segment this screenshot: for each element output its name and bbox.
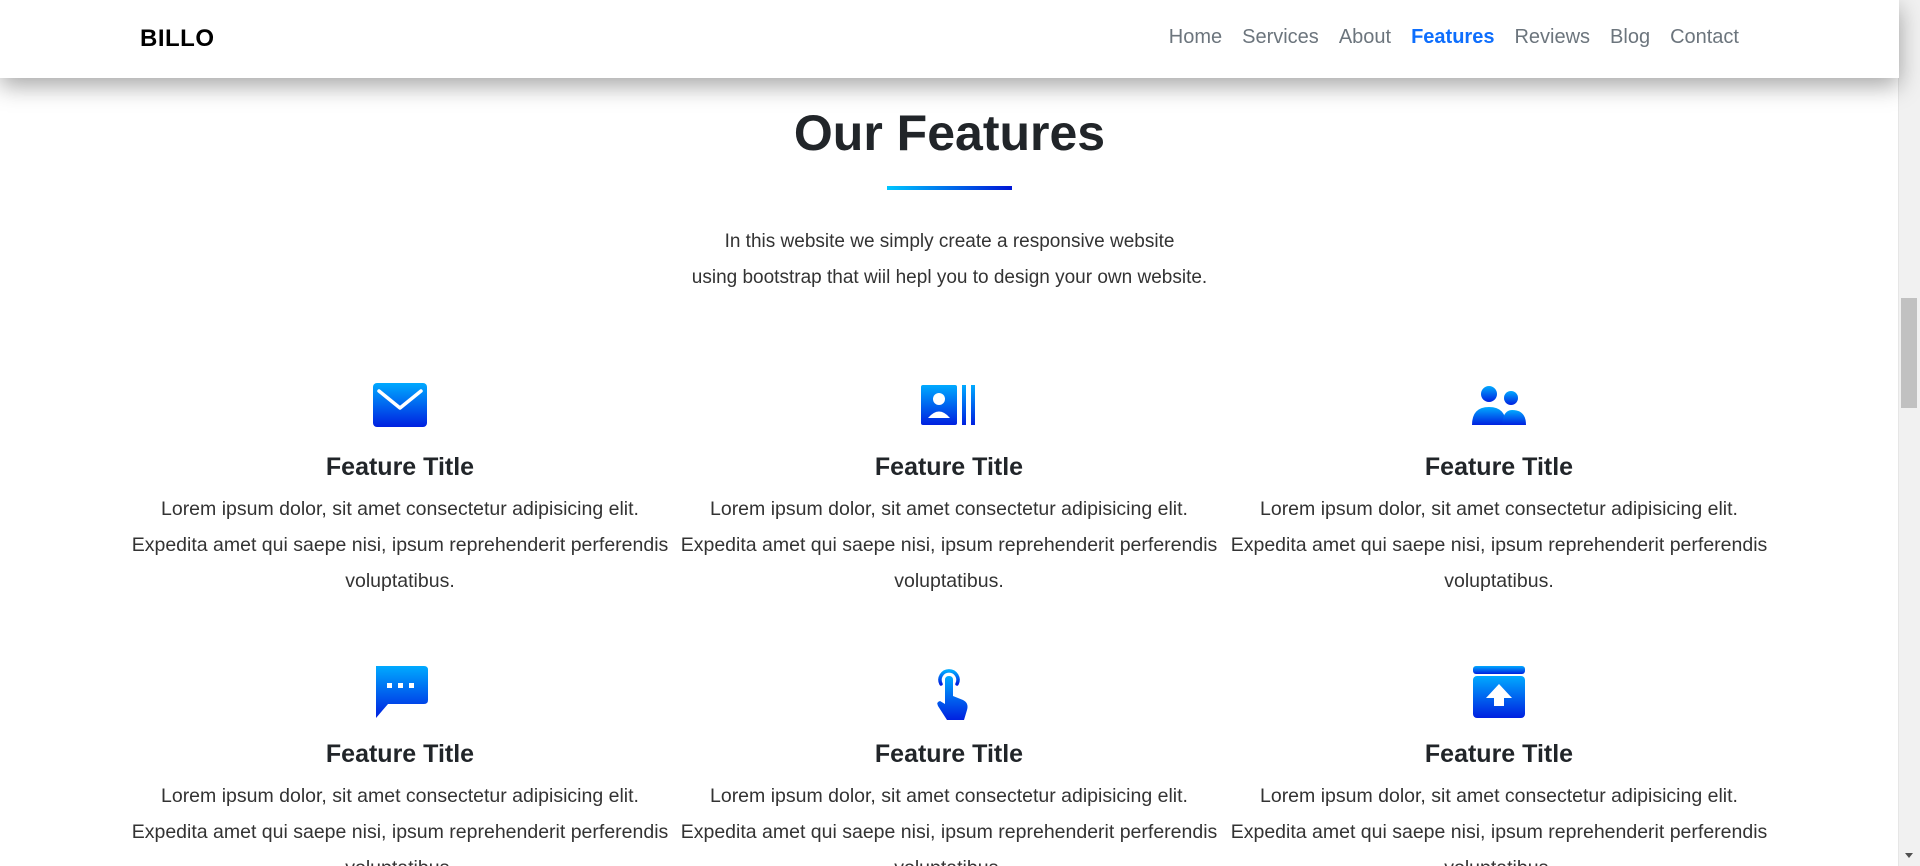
title-underline xyxy=(887,186,1012,190)
section-description-line-2: using bootstrap that wiil hepl you to de… xyxy=(691,267,1208,288)
nav-link-features[interactable]: Features xyxy=(1401,26,1504,49)
chat-dots-icon xyxy=(376,666,428,718)
feature-text: Lorem ipsum dolor, sit amet consectetur … xyxy=(680,498,1218,592)
feature-text: Lorem ipsum dolor, sit amet consectetur … xyxy=(1230,785,1768,866)
hand-pointer-icon xyxy=(937,669,968,720)
feature-card: Feature Title Lorem ipsum dolor, sit ame… xyxy=(125,375,675,599)
scroll-down-arrow-icon[interactable] xyxy=(1905,853,1913,858)
vertical-scrollbar[interactable] xyxy=(1898,0,1920,866)
people-icon xyxy=(1472,386,1526,425)
feature-text: Lorem ipsum dolor, sit amet consectetur … xyxy=(1230,498,1768,592)
feature-card: Feature Title Lorem ipsum dolor, sit ame… xyxy=(674,375,1224,599)
feature-title: Feature Title xyxy=(874,740,1024,768)
section-title: Our Features xyxy=(793,105,1106,161)
feature-text: Lorem ipsum dolor, sit amet consectetur … xyxy=(680,785,1218,866)
navbar: BILLO Home Services About Features Revie… xyxy=(0,0,1899,78)
feature-card: Feature Title Lorem ipsum dolor, sit ame… xyxy=(125,662,675,866)
feature-card: Feature Title Lorem ipsum dolor, sit ame… xyxy=(674,662,1224,866)
section-description-line-1: In this website we simply create a respo… xyxy=(724,231,1175,252)
feature-text: Lorem ipsum dolor, sit amet consectetur … xyxy=(131,498,669,592)
nav-link-services[interactable]: Services xyxy=(1232,26,1329,49)
page: BILLO Home Services About Features Revie… xyxy=(0,0,1920,866)
feature-text: Lorem ipsum dolor, sit amet consectetur … xyxy=(131,785,669,866)
feature-title: Feature Title xyxy=(1424,453,1574,481)
feature-card: Feature Title Lorem ipsum dolor, sit ame… xyxy=(1224,662,1774,866)
nav-links: Home Services About Features Reviews Blo… xyxy=(1159,26,1749,49)
scrollbar-thumb[interactable] xyxy=(1901,298,1917,408)
section-description: In this website we simply create a respo… xyxy=(0,224,1899,296)
feature-card: Feature Title Lorem ipsum dolor, sit ame… xyxy=(1224,375,1774,599)
brand-logo[interactable]: BILLO xyxy=(140,25,215,53)
nav-link-about[interactable]: About xyxy=(1329,26,1401,49)
nav-link-home[interactable]: Home xyxy=(1159,26,1232,49)
feature-title: Feature Title xyxy=(325,453,475,481)
nav-link-blog[interactable]: Blog xyxy=(1600,26,1660,49)
nav-link-contact[interactable]: Contact xyxy=(1660,26,1749,49)
envelope-icon xyxy=(373,383,427,427)
feature-title: Feature Title xyxy=(325,740,475,768)
feature-title: Feature Title xyxy=(874,453,1024,481)
person-badge-icon xyxy=(921,385,975,425)
feature-title: Feature Title xyxy=(1424,740,1574,768)
nav-link-reviews[interactable]: Reviews xyxy=(1504,26,1600,49)
box-upload-icon xyxy=(1473,666,1525,718)
